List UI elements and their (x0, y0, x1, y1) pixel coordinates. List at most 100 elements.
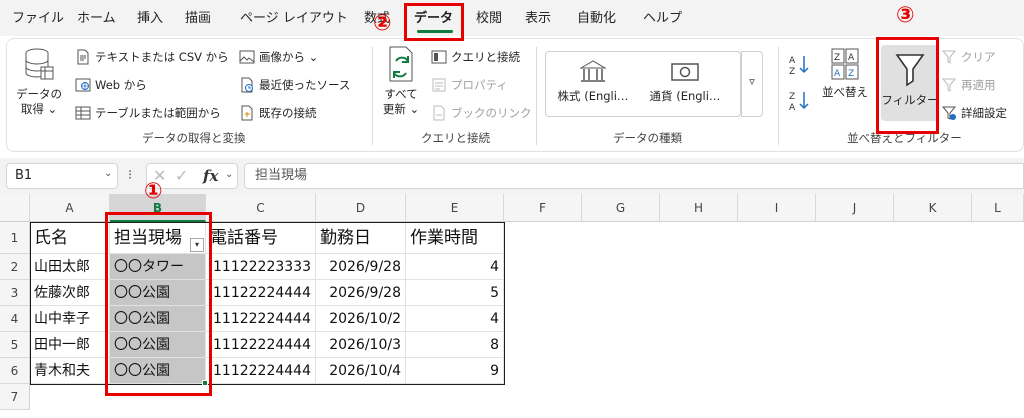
workbook-links-button[interactable]: ブックのリンク (431, 105, 532, 121)
filter-button[interactable]: フィルター (881, 45, 939, 121)
table-cell[interactable]: 2026/9/28 (316, 254, 406, 280)
advanced-filter-button[interactable]: 詳細設定 (941, 105, 1007, 121)
table-cell[interactable]: 2026/9/28 (316, 280, 406, 306)
table-cell[interactable]: 11122224444 (206, 306, 316, 332)
row-header-3[interactable]: 3 (0, 280, 30, 306)
table-cell[interactable]: 〇〇公園 (110, 280, 206, 306)
column-header-f[interactable]: F (504, 194, 582, 222)
table-cell[interactable]: 11122224444 (206, 358, 316, 384)
tab-automate[interactable]: 自動化 (577, 8, 616, 30)
column-header-g[interactable]: G (582, 194, 660, 222)
column-header-l[interactable]: L (972, 194, 1024, 222)
table-cell[interactable]: 11122224444 (206, 332, 316, 358)
from-text-csv-button[interactable]: テキストまたは CSV から (75, 49, 229, 65)
stocks-button[interactable]: 株式 (Engli… (549, 59, 637, 104)
clear-filter-button[interactable]: クリア (941, 49, 996, 65)
table-cell[interactable]: 佐藤次郎 (30, 280, 110, 306)
tab-review[interactable]: 校閲 (476, 8, 502, 30)
cell-a1[interactable]: 氏名 (30, 222, 110, 254)
more-options-icon[interactable]: ⁝ (128, 168, 132, 183)
queries-connections-label: クエリと接続 (451, 50, 520, 64)
table-cell[interactable]: 青木和夫 (30, 358, 110, 384)
table-cell[interactable]: 9 (406, 358, 504, 384)
table-cell[interactable]: 〇〇公園 (110, 332, 206, 358)
tab-view[interactable]: 表示 (525, 8, 551, 30)
text-file-icon (77, 49, 89, 65)
table-cell[interactable]: 8 (406, 332, 504, 358)
select-all-corner[interactable] (0, 194, 30, 222)
cell-c1[interactable]: 電話番号 (206, 222, 316, 254)
table-cell[interactable]: 〇〇公園 (110, 306, 206, 332)
worksheet-grid: A B C D E F G H I J K L 1 2 3 4 5 6 7 氏名… (0, 194, 1024, 418)
clear-filter-icon (941, 50, 957, 64)
table-cell[interactable]: 11122223333 (206, 254, 316, 280)
confirm-icon[interactable]: ✓ (175, 166, 188, 185)
cell-d1[interactable]: 勤務日 (316, 222, 406, 254)
existing-connections-button[interactable]: 既存の接続 (239, 105, 317, 121)
column-header-h[interactable]: H (660, 194, 738, 222)
svg-text:Z: Z (848, 69, 854, 79)
column-header-j[interactable]: J (816, 194, 894, 222)
column-header-e[interactable]: E (406, 194, 504, 222)
recent-sources-button[interactable]: 最近使ったソース (239, 77, 350, 93)
table-cell[interactable]: 〇〇公園 (110, 358, 206, 384)
get-data-button[interactable]: データの 取得 ⌄ (15, 47, 63, 117)
from-web-label: Web から (95, 78, 147, 92)
formula-input[interactable]: 担当現場 (244, 163, 1024, 189)
table-cell[interactable]: 4 (406, 306, 504, 332)
currencies-button[interactable]: 通貨 (Engli… (641, 59, 729, 104)
table-cell[interactable]: 〇〇タワー (110, 254, 206, 280)
table-cell[interactable]: 山中幸子 (30, 306, 110, 332)
row-header-4[interactable]: 4 (0, 306, 30, 332)
insert-function-icon[interactable]: fx (203, 167, 218, 185)
table-cell[interactable]: 2026/10/3 (316, 332, 406, 358)
row-header-5[interactable]: 5 (0, 332, 30, 358)
tab-insert[interactable]: 挿入 (137, 8, 163, 30)
tab-help[interactable]: ヘルプ (643, 8, 682, 30)
table-cell[interactable]: 2026/10/2 (316, 306, 406, 332)
active-tab-indicator (417, 30, 453, 33)
row-header-2[interactable]: 2 (0, 254, 30, 280)
tab-file[interactable]: ファイル (12, 8, 64, 30)
sort-za-button[interactable]: ZA (789, 89, 811, 113)
from-table-range-button[interactable]: テーブルまたは範囲から (75, 105, 221, 121)
from-picture-button[interactable]: 画像から ⌄ (239, 49, 318, 65)
dropdown-icon[interactable]: ▾ (190, 238, 204, 252)
properties-label: プロパティ (451, 78, 508, 92)
chevron-down-icon[interactable]: ⌄ (104, 168, 112, 179)
gallery-expand-button[interactable]: ▿ (741, 51, 763, 117)
table-cell[interactable]: 11122224444 (206, 280, 316, 306)
column-header-d[interactable]: D (316, 194, 406, 222)
column-header-a[interactable]: A (30, 194, 110, 222)
tab-home[interactable]: ホーム (77, 8, 116, 30)
sort-button[interactable]: ZAAZ 並べ替え (817, 47, 873, 100)
workbook-links-label: ブックのリンク (451, 106, 532, 120)
row-header-1[interactable]: 1 (0, 222, 30, 254)
table-cell[interactable]: 2026/10/4 (316, 358, 406, 384)
row-header-7[interactable]: 7 (0, 384, 30, 410)
table-cell[interactable]: 田中一郎 (30, 332, 110, 358)
reapply-button[interactable]: 再適用 (941, 77, 996, 93)
properties-button[interactable]: プロパティ (431, 77, 508, 93)
table-cell[interactable]: 5 (406, 280, 504, 306)
queries-connections-button[interactable]: クエリと接続 (431, 49, 520, 65)
from-web-button[interactable]: Web から (75, 77, 147, 93)
row-header-6[interactable]: 6 (0, 358, 30, 384)
web-icon (75, 78, 91, 92)
tab-draw[interactable]: 描画 (185, 8, 211, 30)
table-cell[interactable]: 山田太郎 (30, 254, 110, 280)
column-header-k[interactable]: K (894, 194, 972, 222)
table-cell[interactable]: 4 (406, 254, 504, 280)
group-separator (778, 47, 779, 145)
sort-az-button[interactable]: AZ (789, 53, 811, 77)
refresh-all-button[interactable]: すべて 更新 ⌄ (379, 45, 423, 117)
tab-page-layout[interactable]: ページ レイアウト (240, 8, 348, 30)
fill-handle[interactable] (202, 380, 208, 386)
chevron-down-icon[interactable]: ⌄ (225, 169, 233, 180)
refresh-icon (389, 46, 413, 82)
cell-e1[interactable]: 作業時間 (406, 222, 504, 254)
name-box[interactable]: B1 (6, 163, 118, 189)
column-header-c[interactable]: C (206, 194, 316, 222)
column-header-i[interactable]: I (738, 194, 816, 222)
tab-data[interactable]: データ (414, 8, 453, 30)
